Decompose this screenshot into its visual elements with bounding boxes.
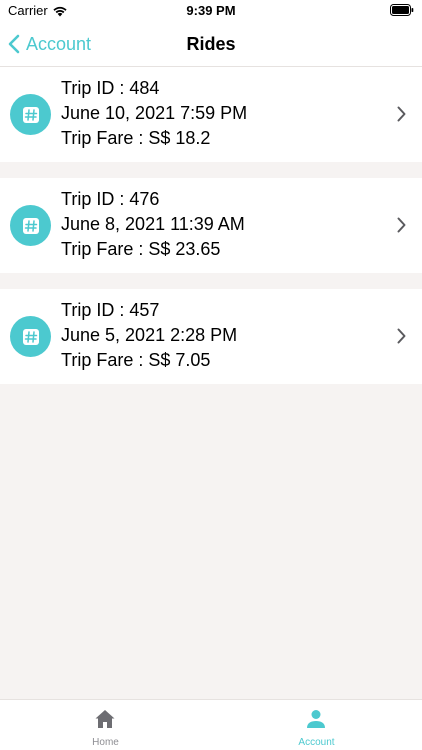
person-icon	[307, 710, 325, 728]
tab-home-label: Home	[92, 737, 119, 748]
ride-details: Trip ID : 484 June 10, 2021 7:59 PM Trip…	[61, 76, 247, 151]
tab-account[interactable]: Account	[211, 700, 422, 750]
ride-icon-badge	[10, 205, 51, 246]
ride-icon-badge	[10, 316, 51, 357]
trip-id: Trip ID : 484	[61, 78, 160, 98]
chevron-right-icon	[397, 106, 406, 122]
trip-id: Trip ID : 476	[61, 189, 160, 209]
ride-icon-badge	[10, 94, 51, 135]
trip-datetime: June 5, 2021 2:28 PM	[61, 325, 238, 345]
trip-datetime: June 8, 2021 11:39 AM	[61, 214, 245, 234]
tab-home[interactable]: Home	[0, 700, 211, 750]
chevron-right-icon	[397, 217, 406, 233]
rides-list: Trip ID : 484 June 10, 2021 7:59 PM Trip…	[0, 67, 422, 400]
tab-account-label: Account	[298, 737, 335, 748]
status-time: 9:39 PM	[186, 3, 236, 18]
status-bar: Carrier 9:39 PM	[0, 0, 422, 22]
hashtag-icon	[22, 217, 39, 234]
house-icon	[95, 710, 115, 728]
ride-details: Trip ID : 457 June 5, 2021 2:28 PM Trip …	[61, 298, 237, 373]
battery-icon	[390, 4, 414, 16]
trip-datetime: June 10, 2021 7:59 PM	[61, 103, 248, 123]
navigation-bar: Account Rides	[0, 22, 422, 67]
hashtag-icon	[22, 328, 39, 345]
chevron-right-icon	[397, 328, 406, 344]
trip-fare: Trip Fare : S$ 18.2	[61, 128, 211, 148]
ride-row[interactable]: Trip ID : 457 June 5, 2021 2:28 PM Trip …	[0, 289, 422, 384]
tab-bar: Home Account	[0, 699, 422, 750]
hashtag-icon	[22, 106, 39, 123]
ride-details: Trip ID : 476 June 8, 2021 11:39 AM Trip…	[61, 187, 245, 262]
trip-fare: Trip Fare : S$ 23.65	[61, 239, 221, 259]
ride-row[interactable]: Trip ID : 476 June 8, 2021 11:39 AM Trip…	[0, 178, 422, 273]
trip-id: Trip ID : 457	[61, 300, 160, 320]
trip-fare: Trip Fare : S$ 7.05	[61, 350, 211, 370]
page-title: Rides	[186, 34, 236, 54]
ride-row[interactable]: Trip ID : 484 June 10, 2021 7:59 PM Trip…	[0, 67, 422, 162]
